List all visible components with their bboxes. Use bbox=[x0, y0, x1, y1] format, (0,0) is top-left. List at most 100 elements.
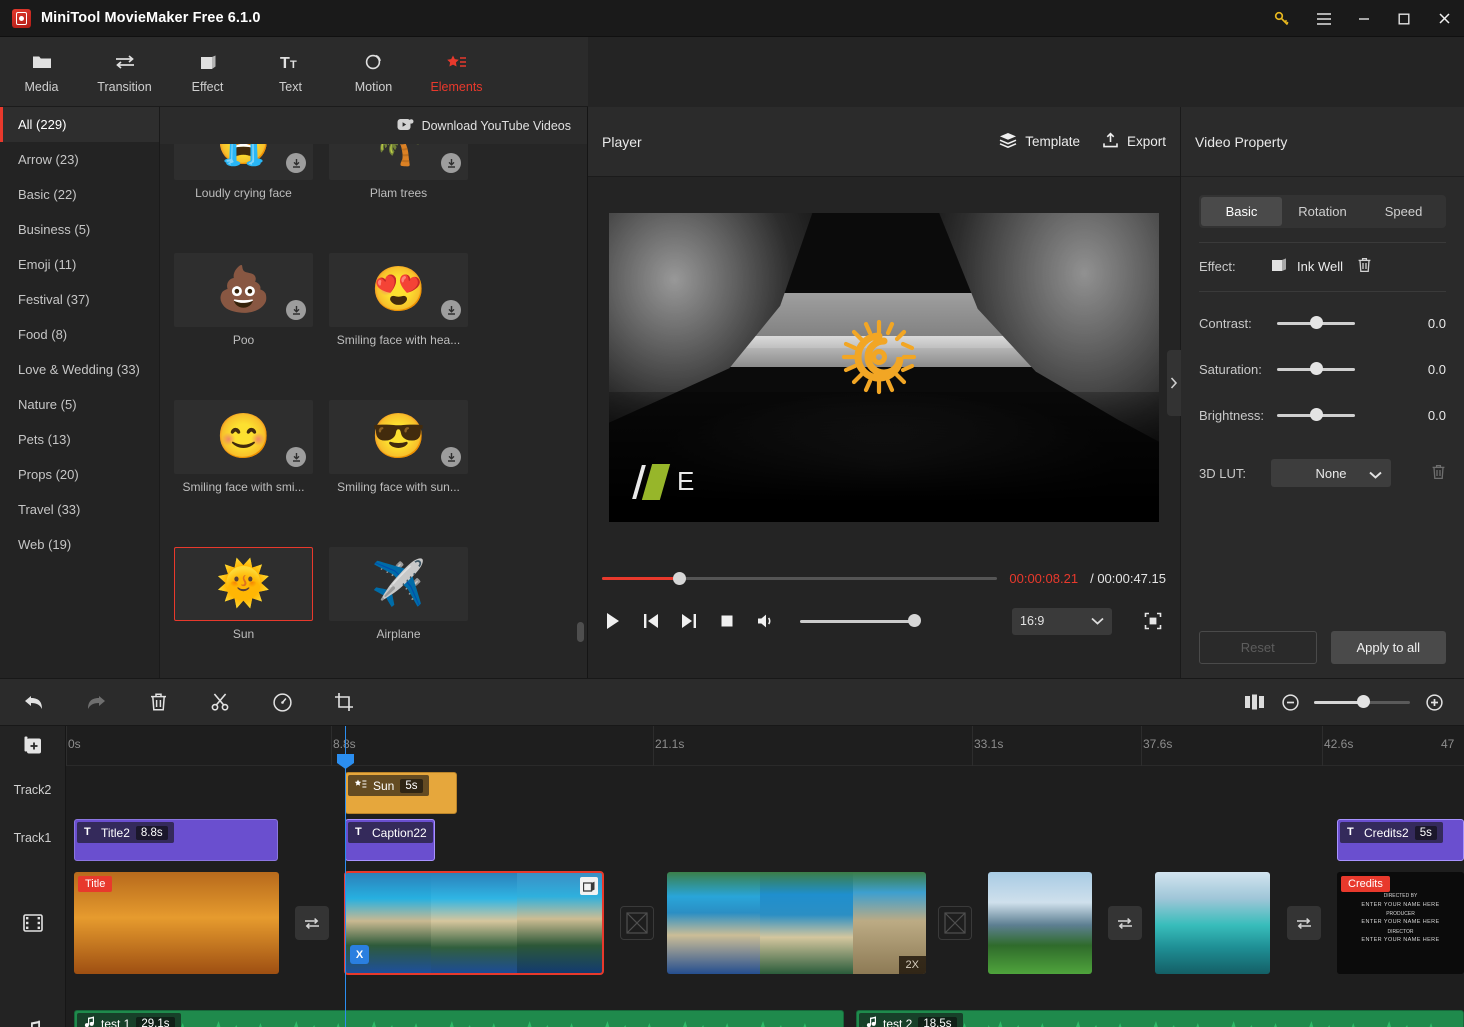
element-card-sun[interactable]: 🌞 Sun bbox=[174, 547, 313, 678]
category-item-arrow[interactable]: Arrow (23) bbox=[0, 142, 159, 177]
playhead[interactable] bbox=[345, 726, 346, 1027]
slider-handle[interactable] bbox=[1310, 408, 1323, 421]
play-icon[interactable] bbox=[602, 610, 624, 632]
text-clip-title2[interactable]: T Title2 8.8s bbox=[74, 819, 278, 861]
undo-icon[interactable] bbox=[22, 690, 46, 714]
sun-element-overlay[interactable] bbox=[840, 318, 918, 408]
next-frame-icon[interactable] bbox=[678, 610, 700, 632]
volume-slider[interactable] bbox=[800, 620, 915, 623]
close-icon[interactable] bbox=[1424, 0, 1464, 37]
category-item-love-wedding[interactable]: Love & Wedding (33) bbox=[0, 352, 159, 387]
category-item-pets[interactable]: Pets (13) bbox=[0, 422, 159, 457]
download-icon[interactable] bbox=[286, 300, 306, 320]
element-card[interactable]: 🌴 Plam trees bbox=[329, 144, 468, 237]
element-card[interactable]: 😎 Smiling face with sun... bbox=[329, 400, 468, 531]
category-item-all[interactable]: All (229) bbox=[0, 107, 159, 142]
category-item-emoji[interactable]: Emoji (11) bbox=[0, 247, 159, 282]
aspect-ratio-select[interactable]: 16:9 bbox=[1012, 608, 1112, 635]
zoom-out-icon[interactable] bbox=[1278, 690, 1302, 714]
download-icon[interactable] bbox=[286, 447, 306, 467]
category-item-props[interactable]: Props (20) bbox=[0, 457, 159, 492]
redo-icon[interactable] bbox=[84, 690, 108, 714]
crop-icon[interactable] bbox=[332, 690, 356, 714]
element-card[interactable]: 😊 Smiling face with smi... bbox=[174, 400, 313, 531]
element-thumbnail[interactable]: 💩 bbox=[174, 253, 313, 327]
audio-clip-test1[interactable]: test 1 29.1s 0.5X bbox=[74, 1010, 844, 1027]
ribbon-item-motion[interactable]: Motion bbox=[332, 37, 415, 107]
ribbon-item-effect[interactable]: Effect bbox=[166, 37, 249, 107]
category-item-food[interactable]: Food (8) bbox=[0, 317, 159, 352]
transition-button[interactable] bbox=[1287, 906, 1321, 940]
element-thumbnail[interactable]: 😊 bbox=[174, 400, 313, 474]
category-item-basic[interactable]: Basic (22) bbox=[0, 177, 159, 212]
elements-scrollbar[interactable] bbox=[577, 622, 584, 642]
apply-to-all-button[interactable]: Apply to all bbox=[1331, 631, 1447, 664]
transition-placeholder[interactable] bbox=[938, 906, 972, 940]
element-thumbnail[interactable]: 😍 bbox=[329, 253, 468, 327]
brightness-slider[interactable] bbox=[1277, 414, 1355, 417]
element-card[interactable]: 😭 Loudly crying face bbox=[174, 144, 313, 237]
prev-frame-icon[interactable] bbox=[640, 610, 662, 632]
element-card-airplane[interactable]: ✈️ Airplane bbox=[329, 547, 468, 678]
category-item-business[interactable]: Business (5) bbox=[0, 212, 159, 247]
export-button[interactable]: Export bbox=[1102, 132, 1166, 152]
category-item-web[interactable]: Web (19) bbox=[0, 527, 159, 562]
transition-placeholder[interactable] bbox=[620, 906, 654, 940]
pip-icon[interactable] bbox=[580, 877, 598, 895]
category-item-travel[interactable]: Travel (33) bbox=[0, 492, 159, 527]
category-item-festival[interactable]: Festival (37) bbox=[0, 282, 159, 317]
tab-speed[interactable]: Speed bbox=[1363, 197, 1444, 226]
text-clip-credits2[interactable]: T Credits2 5s bbox=[1337, 819, 1464, 861]
timeline-zoom-slider[interactable] bbox=[1314, 701, 1410, 704]
ribbon-item-elements[interactable]: Elements bbox=[415, 37, 498, 107]
element-thumbnail[interactable]: 😭 bbox=[174, 144, 313, 180]
ribbon-item-transition[interactable]: Transition bbox=[83, 37, 166, 107]
element-thumbnail[interactable]: 😎 bbox=[329, 400, 468, 474]
zoom-handle[interactable] bbox=[1357, 695, 1370, 708]
delete-lut-icon[interactable] bbox=[1431, 464, 1446, 483]
video-preview[interactable]: E bbox=[609, 213, 1159, 522]
delete-icon[interactable] bbox=[146, 690, 170, 714]
download-icon[interactable] bbox=[441, 300, 461, 320]
volume-icon[interactable] bbox=[754, 610, 776, 632]
hamburger-icon[interactable] bbox=[1304, 0, 1344, 37]
split-scissors-icon[interactable] bbox=[208, 690, 232, 714]
video-clip-credits[interactable]: DIRECTED BY ENTER YOUR NAME HERE PRODUCE… bbox=[1337, 872, 1464, 974]
element-card[interactable]: 💩 Poo bbox=[174, 253, 313, 384]
download-icon[interactable] bbox=[441, 447, 461, 467]
ribbon-item-text[interactable]: T T Text bbox=[249, 37, 332, 107]
video-clip-canyon[interactable]: X bbox=[345, 872, 603, 974]
video-clip-title[interactable]: Title bbox=[74, 872, 279, 974]
maximize-icon[interactable] bbox=[1384, 0, 1424, 37]
player-seek-handle[interactable] bbox=[673, 572, 686, 585]
tab-basic[interactable]: Basic bbox=[1201, 197, 1282, 226]
download-icon[interactable] bbox=[441, 153, 461, 173]
saturation-slider[interactable] bbox=[1277, 368, 1355, 371]
volume-handle[interactable] bbox=[908, 614, 921, 627]
minimize-icon[interactable] bbox=[1344, 0, 1384, 37]
delete-effect-icon[interactable] bbox=[1357, 257, 1372, 276]
element-card[interactable]: 😍 Smiling face with hea... bbox=[329, 253, 468, 384]
video-clip-moraine-lake[interactable] bbox=[1155, 872, 1270, 974]
transition-button[interactable] bbox=[1108, 906, 1142, 940]
category-item-nature[interactable]: Nature (5) bbox=[0, 387, 159, 422]
template-button[interactable]: Template bbox=[999, 132, 1080, 151]
fullscreen-icon[interactable] bbox=[1140, 608, 1166, 634]
add-track-icon[interactable] bbox=[0, 726, 65, 766]
lut-select[interactable]: None bbox=[1271, 459, 1391, 487]
player-seek-bar[interactable] bbox=[602, 577, 997, 580]
timeline-ruler[interactable]: 0s 8.8s 21.1s 33.1s 37.6s 42.6s 47 bbox=[66, 726, 1464, 766]
audio-clip-test2[interactable]: test 2 18.5s bbox=[856, 1010, 1464, 1027]
tab-rotation[interactable]: Rotation bbox=[1282, 197, 1363, 226]
download-icon[interactable] bbox=[286, 153, 306, 173]
split-view-icon[interactable] bbox=[1242, 690, 1266, 714]
contrast-slider[interactable] bbox=[1277, 322, 1355, 325]
slider-handle[interactable] bbox=[1310, 362, 1323, 375]
video-clip-lake-road[interactable]: 2X bbox=[667, 872, 926, 974]
text-clip-caption22[interactable]: T Caption22 bbox=[345, 819, 435, 861]
key-icon[interactable] bbox=[1260, 0, 1304, 37]
panel-collapse-toggle[interactable] bbox=[1167, 350, 1181, 416]
video-clip-mountain[interactable] bbox=[988, 872, 1092, 974]
element-thumbnail[interactable]: 🌞 bbox=[174, 547, 313, 621]
speed-gauge-icon[interactable] bbox=[270, 690, 294, 714]
